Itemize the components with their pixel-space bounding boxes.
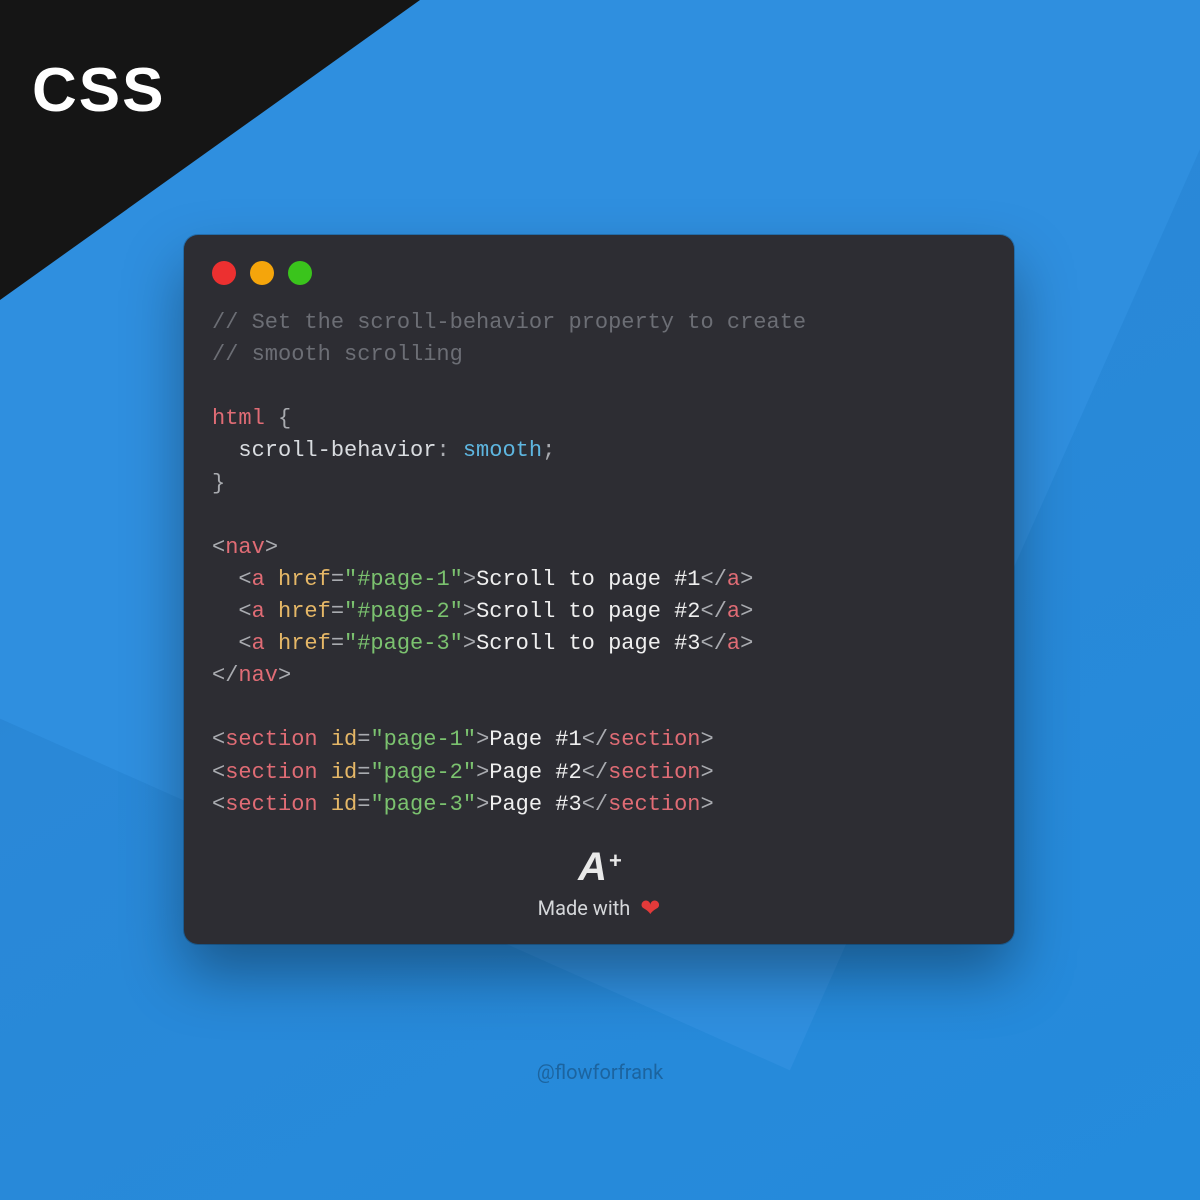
css-property: scroll-behavior xyxy=(238,438,436,463)
heart-icon: ❤ xyxy=(640,896,660,920)
logo-plus: + xyxy=(609,848,620,874)
code-comment: // Set the scroll-behavior property to c… xyxy=(212,310,806,335)
css-selector: html xyxy=(212,406,265,431)
corner-badge xyxy=(0,0,420,300)
css-value: smooth xyxy=(463,438,542,463)
canvas: CSS // Set the scroll-behavior property … xyxy=(0,0,1200,1200)
logo: A+ xyxy=(578,845,620,890)
corner-label: CSS xyxy=(32,55,165,126)
author-handle: @flowforfrank xyxy=(0,1060,1200,1084)
window-footer: A+ Made with ❤ xyxy=(212,845,986,920)
code-window: // Set the scroll-behavior property to c… xyxy=(184,235,1014,944)
made-with-label: Made with xyxy=(538,896,631,920)
made-with: Made with ❤ xyxy=(212,896,986,920)
code-block: // Set the scroll-behavior property to c… xyxy=(212,307,986,821)
code-comment: // smooth scrolling xyxy=(212,342,463,367)
logo-letter: A xyxy=(578,845,605,890)
